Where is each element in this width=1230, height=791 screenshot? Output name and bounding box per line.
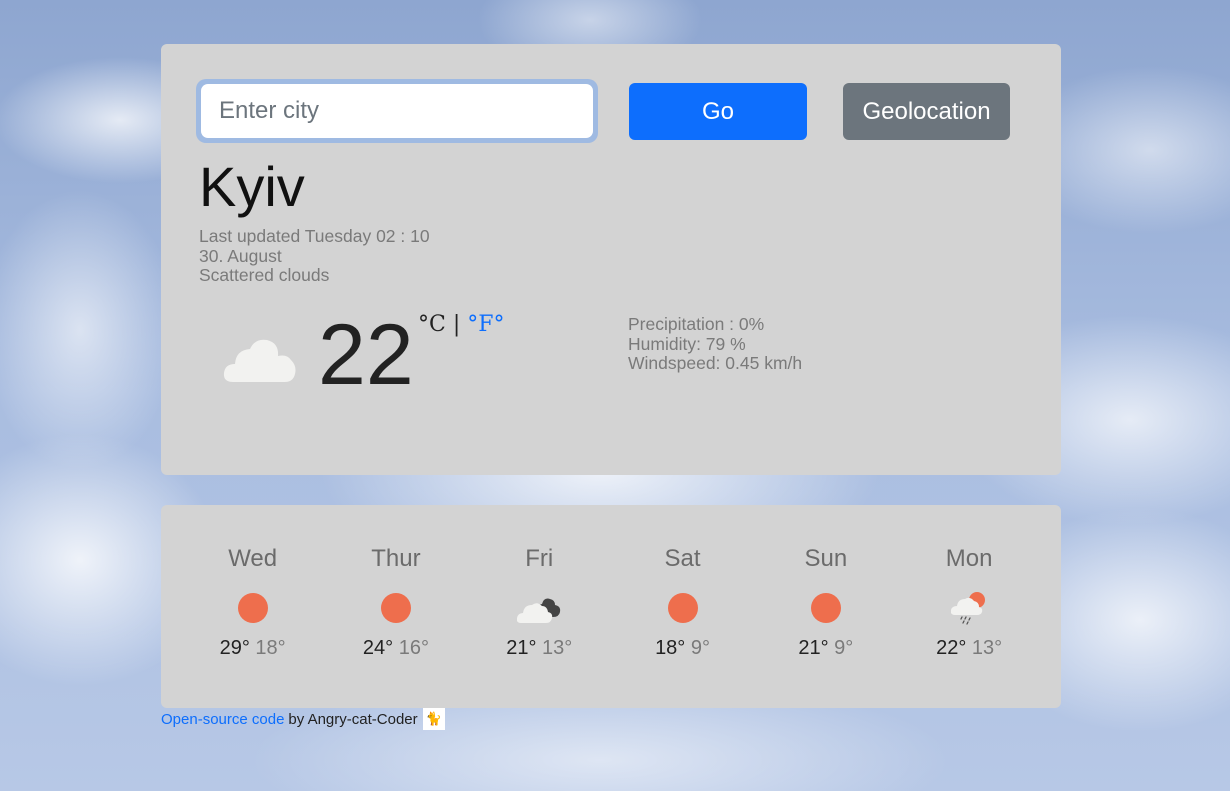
sun-icon (324, 583, 467, 633)
go-button[interactable]: Go (629, 83, 807, 140)
current-date: 30. August (199, 245, 282, 266)
temp-min: 18° (255, 637, 286, 659)
last-updated: Last updated Tuesday 02 : 10 (199, 226, 430, 246)
day-temps: 24° 16° (324, 637, 467, 660)
city-name: Kyiv (199, 155, 305, 218)
current-temperature: 22 (318, 307, 414, 403)
forecast-day: Sun 21° 9° (754, 545, 897, 660)
day-temps: 18° 9° (611, 637, 754, 660)
day-name: Fri (525, 545, 554, 572)
day-name: Sat (664, 545, 701, 572)
temp-min: 9° (834, 637, 854, 659)
current-weather-card: Go Geolocation Kyiv Last updated Tuesday… (161, 44, 1061, 475)
day-name: Thur (371, 545, 421, 572)
precipitation: Precipitation : 0% (628, 314, 765, 334)
day-temps: 21° 9° (754, 637, 897, 660)
day-name: Mon (945, 545, 993, 572)
weather-meta: Last updated Tuesday 02 : 10 30. August … (199, 226, 430, 286)
humidity: Humidity: 79 % (628, 333, 746, 354)
cat-avatar-icon: 🐈 (422, 708, 445, 730)
temp-max: 24° (362, 637, 394, 659)
rain-sun-icon (897, 583, 1040, 633)
day-name: Sun (804, 545, 848, 572)
sun-icon (611, 583, 754, 633)
city-search-input[interactable] (201, 84, 593, 138)
temp-max: 18° (655, 637, 686, 659)
windspeed: Windspeed: 0.45 km/h (628, 353, 803, 373)
open-source-link[interactable]: Open-source code (161, 711, 284, 728)
day-temps: 21° 13° (468, 637, 611, 660)
temp-min: 16° (398, 637, 429, 659)
forecast-day: Mon 22° 13° (897, 545, 1040, 660)
temp-max: 21° (506, 637, 537, 659)
sun-icon (181, 583, 324, 633)
temp-max: 21° (798, 637, 829, 659)
unit-celsius[interactable]: °C (418, 312, 446, 337)
forecast-day: Wed 29° 18° (181, 545, 324, 660)
forecast-day: Fri 21° 13° (468, 545, 611, 660)
search-focus-ring (196, 79, 598, 143)
temp-max: 22° (936, 637, 967, 659)
day-temps: 22° 13° (897, 637, 1040, 660)
temp-max: 29° (219, 637, 250, 659)
cloud-icon (223, 336, 297, 389)
geolocation-button[interactable]: Geolocation (843, 83, 1010, 140)
sun-icon (754, 583, 897, 633)
forecast-card: Wed 29° 18° Thur 24° 16° Fri 21° 13° Sat… (161, 505, 1061, 708)
temp-min: 9° (690, 637, 710, 659)
forecast-row: Wed 29° 18° Thur 24° 16° Fri 21° 13° Sat… (181, 545, 1041, 660)
footer: Open-source code by Angry-cat-Coder 🐈 (161, 708, 445, 730)
broken-clouds-icon (468, 583, 611, 633)
temp-min: 13° (542, 637, 573, 659)
forecast-day: Sat 18° 9° (611, 545, 754, 660)
unit-separator: | (452, 312, 461, 337)
weather-description: Scattered clouds (199, 265, 330, 285)
author-credit: by Angry-cat-Coder (288, 710, 418, 728)
day-name: Wed (228, 545, 278, 572)
unit-fahrenheit-link[interactable]: °F° (467, 312, 504, 337)
day-temps: 29° 18° (181, 637, 324, 660)
unit-toggle: °C | °F° (418, 312, 505, 337)
temp-min: 13° (971, 637, 1003, 659)
weather-details: Precipitation : 0% Humidity: 79 % Windsp… (628, 314, 803, 374)
forecast-day: Thur 24° 16° (324, 545, 467, 660)
